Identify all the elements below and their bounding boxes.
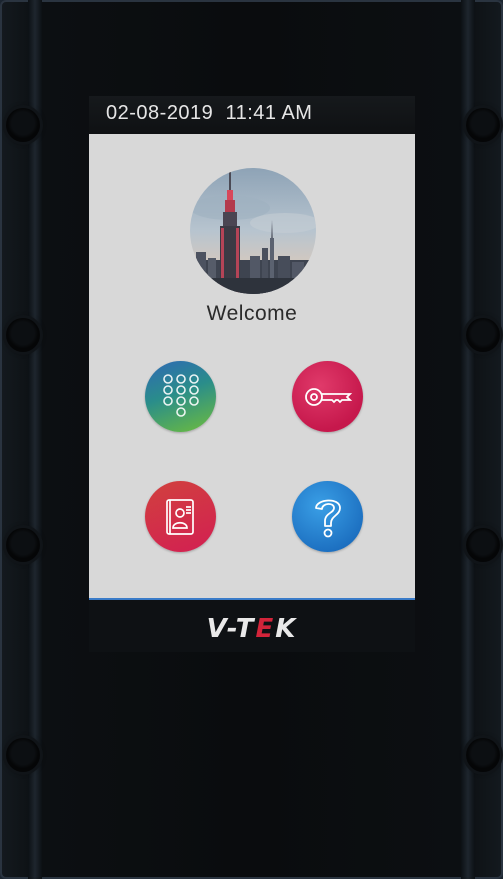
- date-time: 02-08-2019 11:41 AM: [106, 102, 312, 125]
- mount-screw: [6, 318, 40, 352]
- brand-logo: V-TEK: [89, 614, 415, 644]
- mount-screw: [466, 738, 500, 772]
- date-text: 02-08-2019: [106, 102, 214, 124]
- keypad-button[interactable]: [145, 361, 216, 432]
- mount-screw: [6, 528, 40, 562]
- contact-card-icon: [165, 498, 194, 535]
- logo-prefix: V-T: [206, 614, 256, 644]
- mount-screw: [466, 528, 500, 562]
- key-icon: [304, 387, 352, 406]
- time-text: 11:41 AM: [225, 102, 313, 124]
- help-button[interactable]: [292, 481, 363, 552]
- home-panel: Welcome: [89, 134, 415, 600]
- keypad-icon: [162, 373, 199, 417]
- intercom-device: 02-08-2019 11:41 AM Welcome V-TEK: [0, 0, 503, 879]
- mount-screw: [6, 108, 40, 142]
- logo-suffix: K: [275, 614, 298, 644]
- welcome-photo: [190, 168, 316, 294]
- contacts-button[interactable]: [145, 481, 216, 552]
- mount-screw: [466, 108, 500, 142]
- status-bar: 02-08-2019 11:41 AM: [89, 96, 415, 134]
- key-button[interactable]: [292, 361, 363, 432]
- logo-bar: V-TEK: [89, 600, 415, 652]
- mount-screw: [466, 318, 500, 352]
- question-icon: [314, 499, 341, 537]
- logo-accent: E: [255, 614, 276, 644]
- mount-screw: [6, 738, 40, 772]
- welcome-text: Welcome: [206, 302, 298, 325]
- city-skyline-image: [190, 168, 316, 294]
